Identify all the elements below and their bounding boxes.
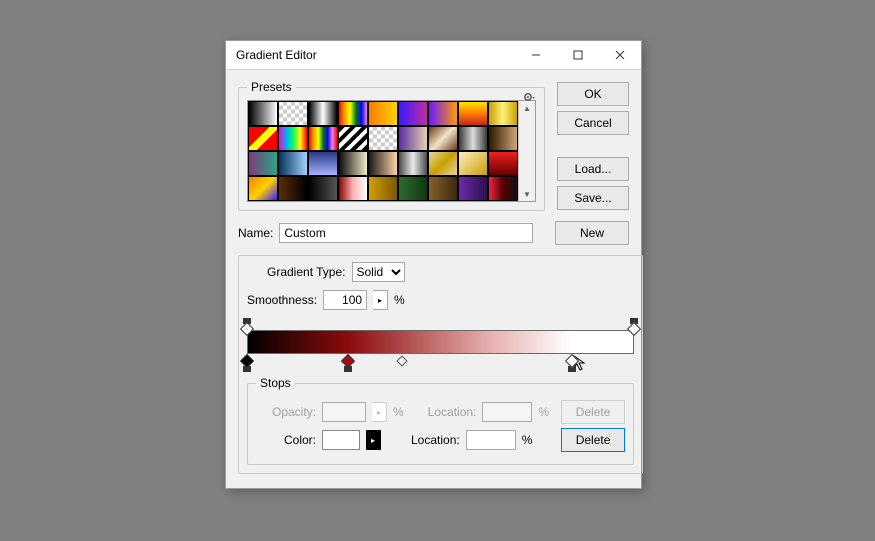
- opacity-location-input: [482, 402, 532, 422]
- presets-legend: Presets: [247, 80, 296, 94]
- smoothness-label: Smoothness:: [247, 293, 317, 307]
- preset-swatch[interactable]: [308, 176, 338, 201]
- preset-swatch[interactable]: [368, 101, 398, 126]
- gradient-type-select[interactable]: SolidNoise: [352, 262, 405, 282]
- stops-group: Stops Opacity: ▸ % Location: % Delete Co…: [247, 376, 634, 465]
- preset-swatch[interactable]: [428, 126, 458, 151]
- preset-swatch[interactable]: [428, 101, 458, 126]
- presets-group: Presets ▲ ▼: [238, 80, 545, 211]
- opacity-flyout: ▸: [372, 402, 387, 422]
- preset-swatch[interactable]: [248, 151, 278, 176]
- preset-swatch[interactable]: [488, 126, 518, 151]
- color-stop[interactable]: [242, 354, 252, 366]
- opacity-delete-button: Delete: [561, 400, 625, 424]
- preset-swatch[interactable]: [278, 126, 308, 151]
- opacity-stop[interactable]: [242, 318, 252, 330]
- opacity-location-pct: %: [538, 405, 549, 419]
- name-label: Name:: [238, 226, 273, 240]
- load-button[interactable]: Load...: [557, 157, 629, 181]
- color-location-input[interactable]: [466, 430, 516, 450]
- stops-legend: Stops: [256, 376, 295, 390]
- gradient-type-label: Gradient Type:: [267, 265, 346, 279]
- smoothness-input[interactable]: [323, 290, 367, 310]
- preset-swatch[interactable]: [338, 101, 368, 126]
- preset-swatch[interactable]: [248, 101, 278, 126]
- opacity-location-label: Location:: [428, 405, 477, 419]
- opacity-input: [322, 402, 366, 422]
- close-button[interactable]: [599, 41, 641, 69]
- smoothness-suffix: %: [394, 293, 405, 307]
- preset-swatch[interactable]: [278, 176, 308, 201]
- color-label: Color:: [256, 433, 316, 447]
- opacity-pct: %: [393, 405, 404, 419]
- preset-swatch[interactable]: [308, 126, 338, 151]
- preset-swatch[interactable]: [398, 126, 428, 151]
- preset-swatch[interactable]: [398, 101, 428, 126]
- preset-swatch[interactable]: [398, 151, 428, 176]
- preset-scrollbar[interactable]: ▲ ▼: [518, 101, 535, 201]
- color-swatch[interactable]: [322, 430, 360, 450]
- preset-swatch[interactable]: [458, 126, 488, 151]
- preset-swatch[interactable]: [398, 176, 428, 201]
- color-stops-track[interactable]: [247, 354, 634, 366]
- color-flyout[interactable]: ▸: [366, 430, 381, 450]
- color-location-pct: %: [522, 433, 533, 447]
- color-stop[interactable]: [567, 354, 577, 366]
- gradient-bar[interactable]: [247, 330, 634, 354]
- cancel-button[interactable]: Cancel: [557, 111, 629, 135]
- preset-swatch[interactable]: [458, 151, 488, 176]
- opacity-stop[interactable]: [629, 318, 639, 330]
- window-title: Gradient Editor: [236, 48, 515, 62]
- preset-swatch[interactable]: [338, 126, 368, 151]
- title-bar[interactable]: Gradient Editor: [226, 41, 641, 70]
- preset-swatch[interactable]: [278, 101, 308, 126]
- opacity-stops-track[interactable]: [247, 318, 634, 330]
- scroll-down-icon[interactable]: ▼: [519, 187, 535, 201]
- preset-swatch[interactable]: [338, 176, 368, 201]
- smoothness-flyout[interactable]: ▸: [373, 290, 388, 310]
- preset-swatch[interactable]: [488, 101, 518, 126]
- maximize-button[interactable]: [557, 41, 599, 69]
- preset-swatch[interactable]: [248, 176, 278, 201]
- preset-swatch[interactable]: [458, 176, 488, 201]
- ok-button[interactable]: OK: [557, 82, 629, 106]
- preset-swatch[interactable]: [338, 151, 368, 176]
- color-delete-button[interactable]: Delete: [561, 428, 625, 452]
- preset-swatch[interactable]: [308, 101, 338, 126]
- gear-icon[interactable]: [522, 90, 536, 104]
- preset-swatch[interactable]: [368, 151, 398, 176]
- preset-swatch[interactable]: [458, 101, 488, 126]
- color-stop[interactable]: [343, 354, 353, 366]
- preset-swatch[interactable]: [368, 126, 398, 151]
- name-input[interactable]: [279, 223, 533, 243]
- preset-swatch[interactable]: [308, 151, 338, 176]
- save-button[interactable]: Save...: [557, 186, 629, 210]
- preset-swatch[interactable]: [488, 176, 518, 201]
- gradient-editor-window: Gradient Editor Presets ▲ ▼ OK: [225, 40, 642, 489]
- preset-swatch[interactable]: [368, 176, 398, 201]
- midpoint[interactable]: [396, 355, 407, 366]
- preset-swatch[interactable]: [428, 176, 458, 201]
- preset-grid[interactable]: [248, 101, 518, 201]
- color-location-label: Location:: [411, 433, 460, 447]
- preset-swatch[interactable]: [278, 151, 308, 176]
- new-button[interactable]: New: [555, 221, 629, 245]
- minimize-button[interactable]: [515, 41, 557, 69]
- gradient-group: Gradient Type: SolidNoise Smoothness: ▸ …: [238, 255, 643, 474]
- opacity-label: Opacity:: [256, 405, 316, 419]
- preset-swatch[interactable]: [428, 151, 458, 176]
- preset-swatch[interactable]: [488, 151, 518, 176]
- preset-swatch[interactable]: [248, 126, 278, 151]
